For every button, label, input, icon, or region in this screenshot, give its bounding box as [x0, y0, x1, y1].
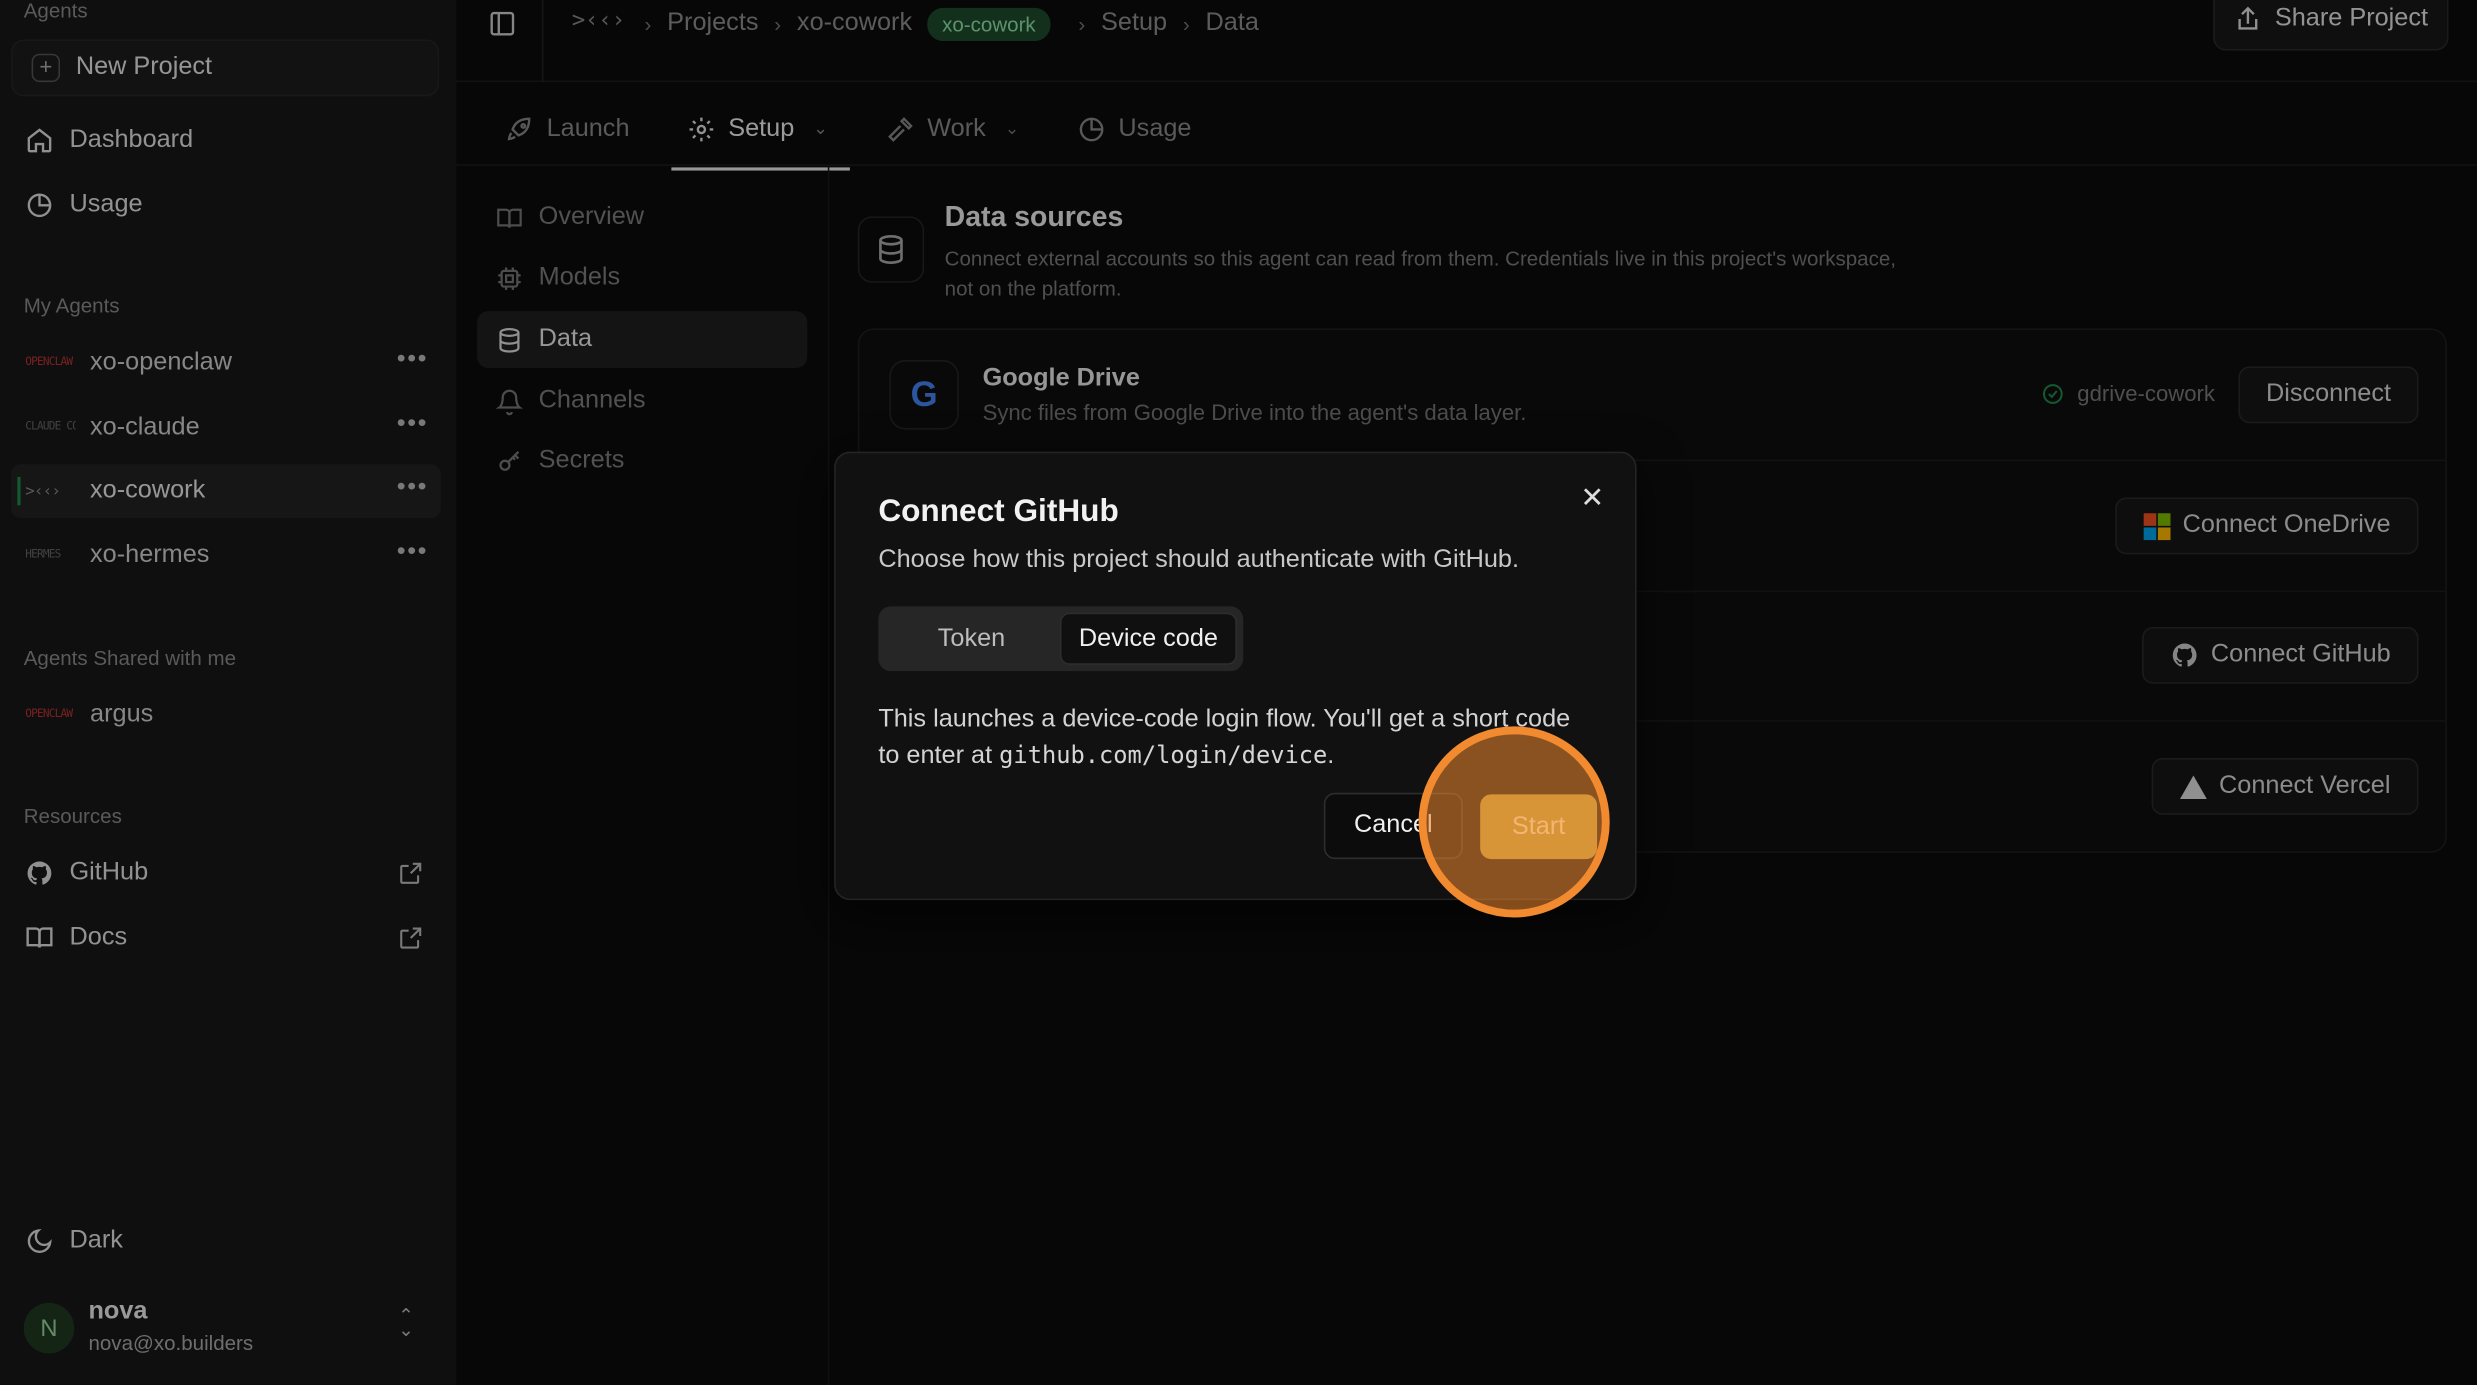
auth-method-toggle: Token Device code: [878, 606, 1244, 672]
dialog-body-end: .: [1327, 742, 1335, 770]
close-icon[interactable]: ✕: [1577, 482, 1609, 514]
dialog-body: This launches a device-code login flow. …: [878, 701, 1573, 774]
segment-token[interactable]: Token: [885, 613, 1059, 665]
connect-github-dialog: Connect GitHub Choose how this project s…: [834, 451, 1637, 901]
dialog-subtitle: Choose how this project should authentic…: [878, 546, 1519, 574]
start-button[interactable]: Start: [1480, 794, 1598, 860]
device-login-url: github.com/login/device: [999, 740, 1328, 770]
segment-device-code[interactable]: Device code: [1059, 612, 1237, 665]
dialog-title: Connect GitHub: [878, 494, 1119, 530]
cancel-button[interactable]: Cancel: [1323, 792, 1463, 860]
